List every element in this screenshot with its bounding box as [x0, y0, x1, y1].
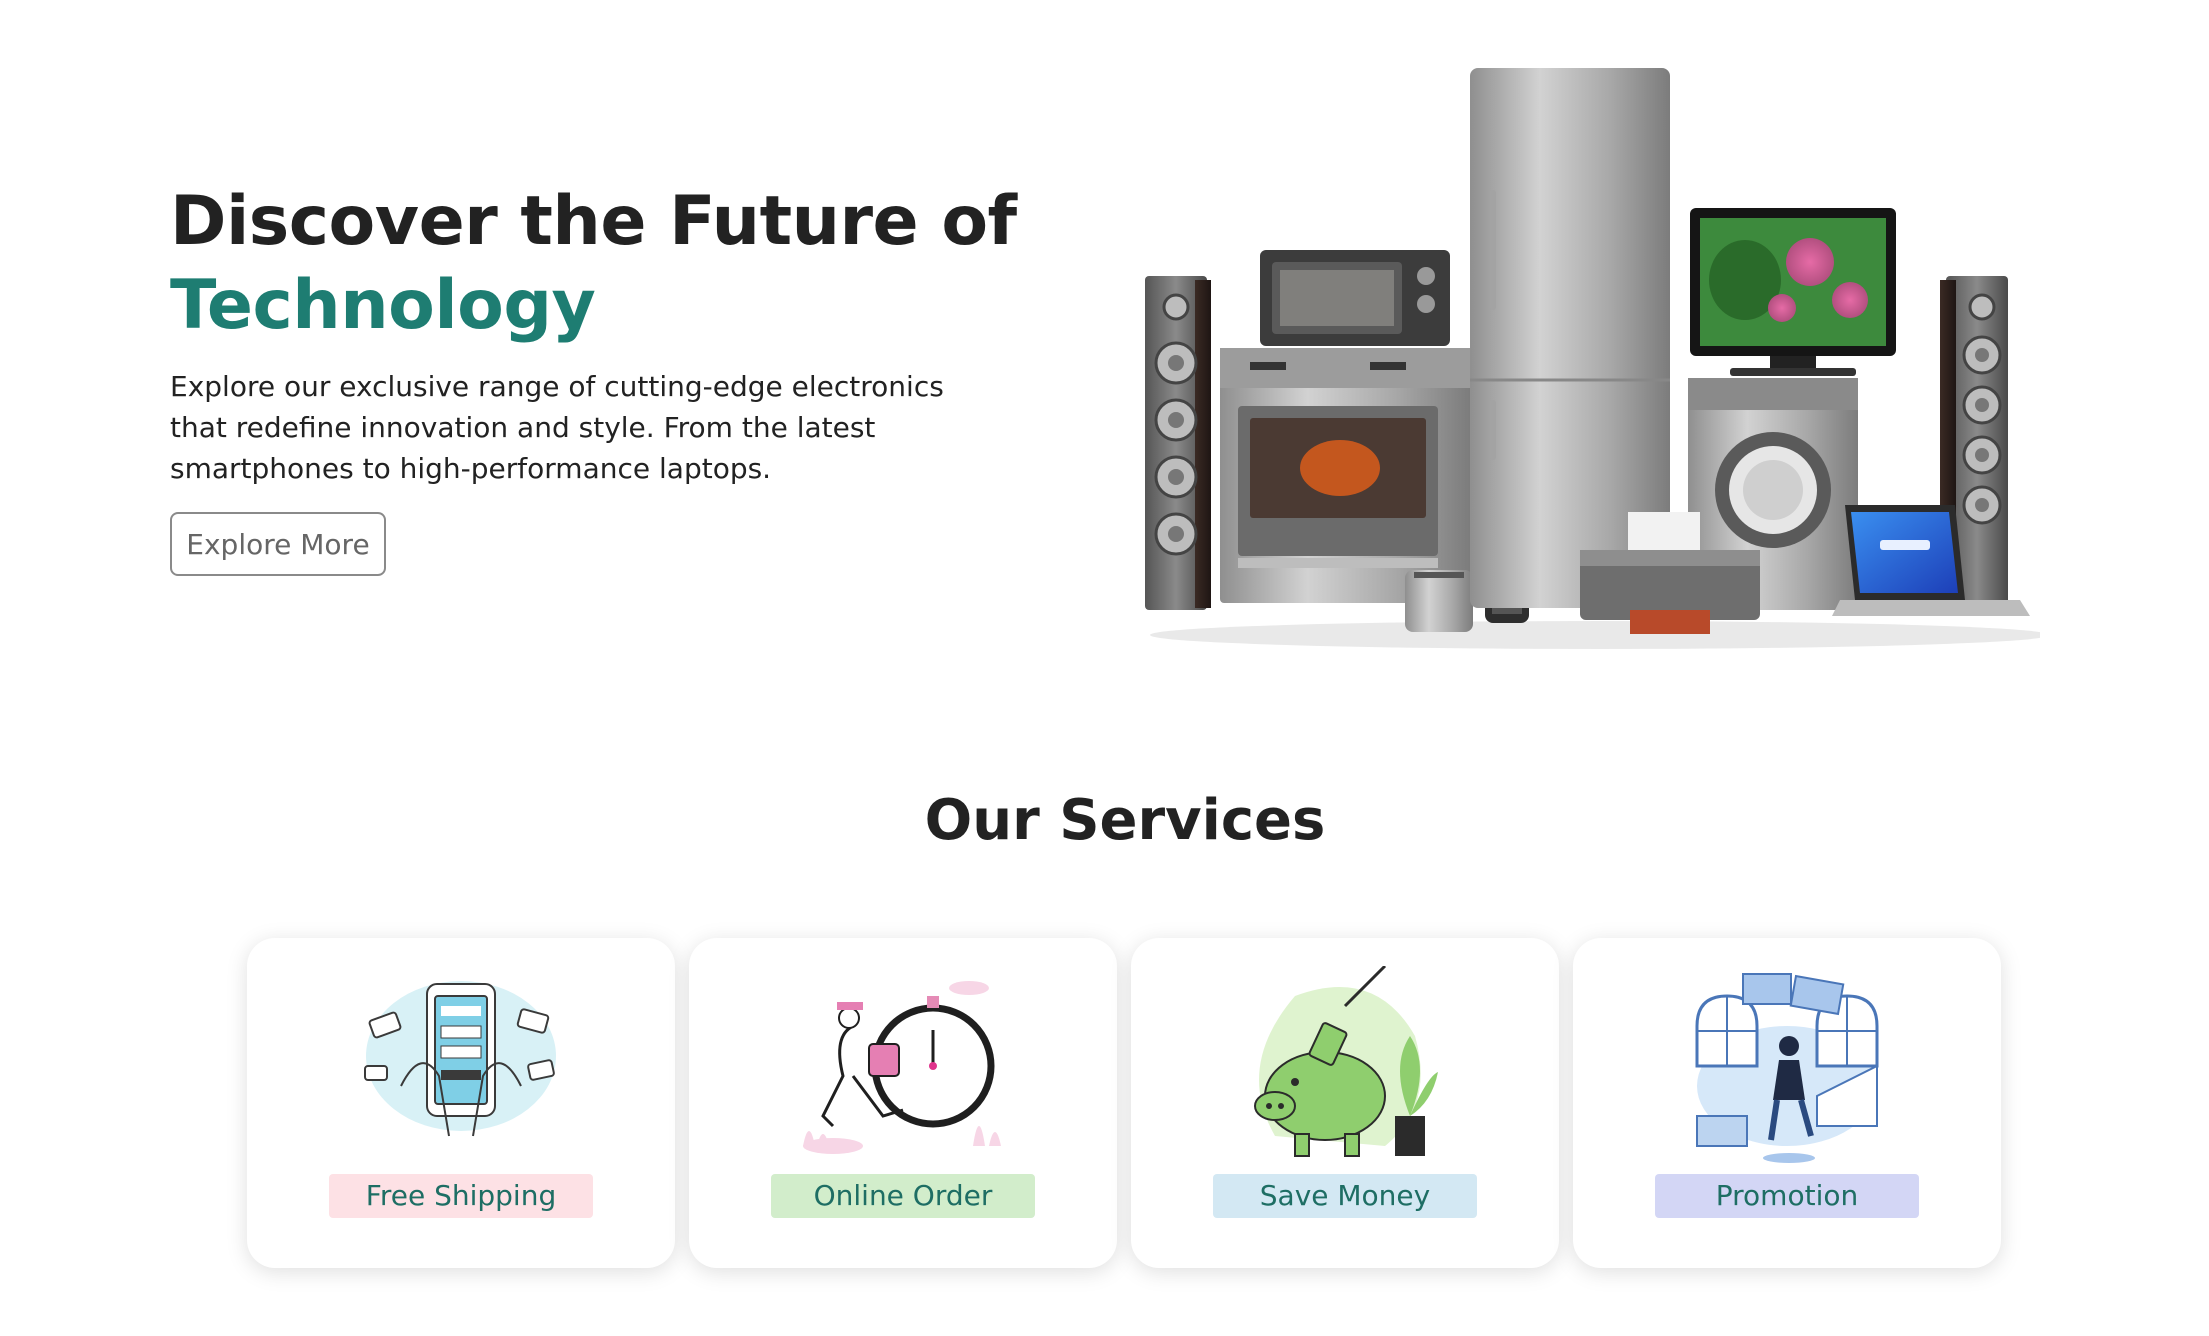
service-label-free-shipping[interactable]: Free Shipping: [329, 1174, 593, 1218]
service-label-promotion[interactable]: Promotion: [1655, 1174, 1919, 1218]
service-label-online-order[interactable]: Online Order: [771, 1174, 1035, 1218]
service-label-save-money[interactable]: Save Money: [1213, 1174, 1477, 1218]
hero-title-line1: Discover the Future of: [170, 182, 1017, 261]
service-card-free-shipping[interactable]: Free Shipping: [247, 938, 675, 1268]
hero-description: Explore our exclusive range of cutting-e…: [170, 370, 944, 485]
hero-title: Discover the Future of Technology: [170, 180, 1017, 348]
delivery-clock-illustration: [803, 981, 1001, 1154]
services-heading: Our Services: [924, 788, 1326, 853]
service-card-save-money[interactable]: Save Money: [1131, 938, 1559, 1268]
service-card-promotion[interactable]: Promotion: [1573, 938, 2001, 1268]
toaster: [1405, 570, 1473, 632]
left-speaker: [1145, 276, 1211, 610]
hero-title-accent: Technology: [170, 266, 596, 345]
oven: [1220, 348, 1470, 603]
gift-promotion-illustration: [1695, 973, 1879, 1163]
microwave: [1260, 250, 1450, 346]
television: [1690, 208, 1896, 376]
hero-text: Discover the Future of Technology Explor…: [170, 180, 1017, 489]
piggy-bank-illustration: [1254, 966, 1438, 1157]
appliances-illustration: [1145, 68, 2040, 649]
phone-payment-illustration: [364, 981, 556, 1137]
service-card-online-order[interactable]: Online Order: [689, 938, 1117, 1268]
explore-more-button[interactable]: Explore More: [170, 512, 386, 576]
